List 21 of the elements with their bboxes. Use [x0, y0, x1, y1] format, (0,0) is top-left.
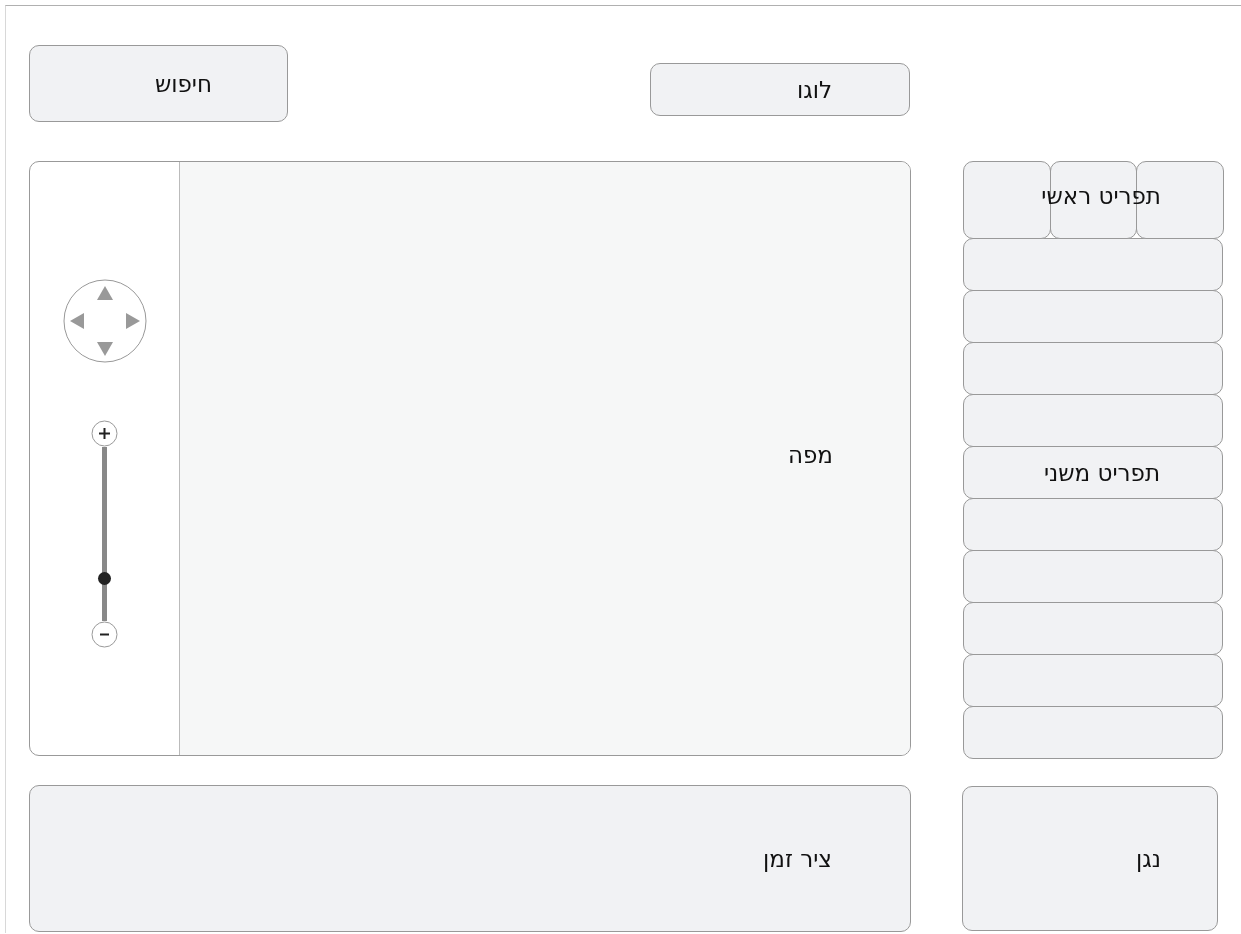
menu-row[interactable]	[963, 706, 1223, 759]
player-label: נגן	[1136, 845, 1161, 872]
menu-row[interactable]	[963, 550, 1223, 603]
menu-row[interactable]	[963, 394, 1223, 447]
zoom-in-icon[interactable]	[91, 420, 118, 447]
menu-row[interactable]	[963, 290, 1223, 343]
zoom-out-icon[interactable]	[91, 621, 118, 648]
map-area[interactable]: מפה	[180, 162, 910, 755]
menu-row[interactable]	[963, 602, 1223, 655]
pan-control-icon[interactable]	[62, 279, 147, 363]
search-box[interactable]: חיפוש	[29, 45, 288, 122]
main-menu-label: תפריט ראשי	[1041, 183, 1161, 209]
map-label: מפה	[788, 441, 833, 468]
search-label: חיפוש	[154, 70, 212, 97]
menu-row[interactable]: תפריט משני	[963, 446, 1223, 499]
menu-row[interactable]	[963, 498, 1223, 551]
menu-row[interactable]	[963, 654, 1223, 707]
zoom-slider-thumb[interactable]	[98, 571, 111, 585]
logo-label: לוגו	[796, 76, 832, 103]
menu-row[interactable]	[963, 342, 1223, 395]
timeline-label: ציר זמן	[763, 845, 832, 872]
